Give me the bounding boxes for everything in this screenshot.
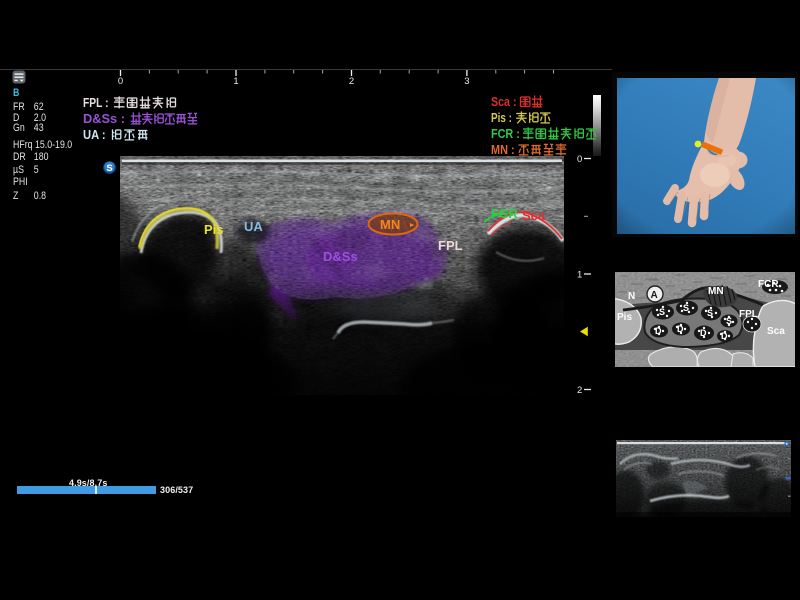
svg-text:FPL :: FPL : [83, 95, 109, 110]
svg-text:S: S [726, 316, 732, 326]
svg-text:FCR: FCR [758, 279, 779, 290]
svg-text:Sca: Sca [522, 208, 546, 223]
svg-text:N: N [628, 291, 635, 302]
svg-text:FPL: FPL [739, 309, 758, 320]
svg-text:Pis: Pis [617, 312, 632, 323]
svg-text:Sca :: Sca : [491, 94, 517, 109]
svg-text:D: D [655, 326, 662, 336]
svg-text:D: D [700, 328, 707, 338]
svg-text:MN: MN [708, 286, 724, 297]
svg-text:1: 1 [577, 270, 582, 281]
svg-text:FPL: FPL [438, 238, 463, 253]
svg-text:Pis: Pis [204, 222, 224, 237]
svg-text:FCR: FCR [491, 206, 518, 221]
svg-text:Sca: Sca [767, 326, 785, 337]
svg-text:S: S [659, 307, 665, 317]
svg-text:D&Ss :: D&Ss : [83, 111, 125, 126]
svg-text:2: 2 [577, 385, 582, 396]
svg-text:D&Ss: D&Ss [323, 249, 358, 264]
svg-text:D: D [677, 324, 684, 334]
svg-text:S: S [707, 308, 713, 318]
svg-text:UA: UA [244, 219, 263, 234]
svg-text:MN :: MN : [491, 142, 515, 157]
svg-text:UA :: UA : [83, 127, 106, 142]
svg-text:FCR :: FCR : [491, 126, 520, 141]
svg-text:Pis :: Pis : [491, 110, 512, 125]
svg-text:MN: MN [380, 217, 400, 232]
svg-text:D: D [721, 331, 728, 341]
svg-text:A: A [651, 290, 658, 301]
svg-text:S: S [683, 303, 689, 313]
